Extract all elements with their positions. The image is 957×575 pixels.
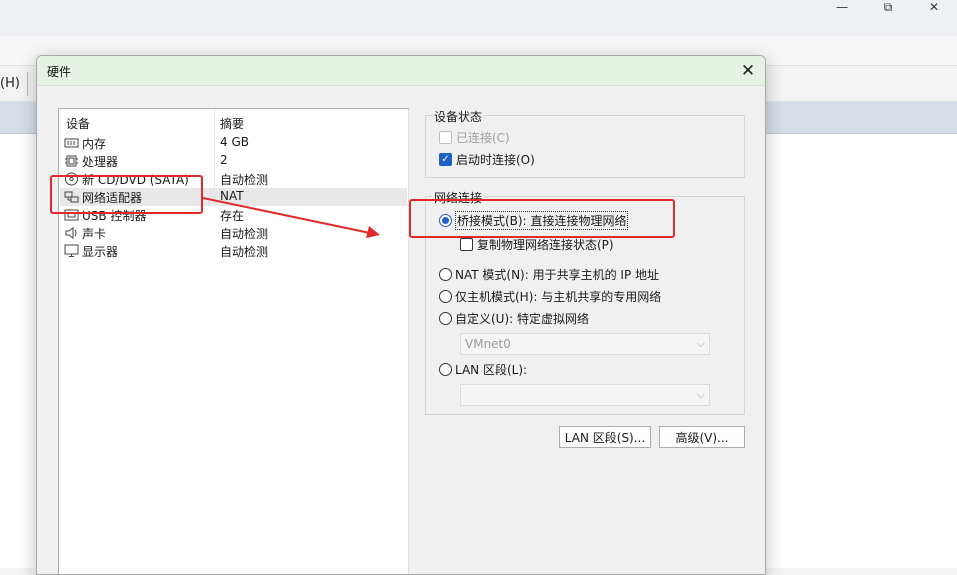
annotation-highlight-network-adapter <box>50 175 203 214</box>
radio-icon[interactable] <box>439 268 452 281</box>
dialog-titlebar: 硬件 ✕ <box>37 56 765 86</box>
menu-help[interactable]: (H) <box>0 76 20 91</box>
minimize-icon[interactable]: — <box>819 0 865 14</box>
host-only-label: 仅主机模式(H): 与主机共享的专用网络 <box>455 290 662 304</box>
device-name: 处理器 <box>82 155 119 169</box>
host-only-radio[interactable]: 仅主机模式(H): 与主机共享的专用网络 <box>439 288 661 305</box>
device-summary: 自动检测 <box>220 245 269 259</box>
device-row-memory[interactable]: 内存 4 GB <box>60 134 407 152</box>
memory-icon <box>64 138 79 148</box>
chevron-down-icon: ⌵ <box>696 388 705 401</box>
connect-at-power-on-label: 启动时连接(O) <box>456 153 535 167</box>
dialog-title: 硬件 <box>47 65 72 79</box>
device-status-group: 设备状态 已连接(C) ✓ 启动时连接(O) <box>425 108 745 178</box>
device-summary: 存在 <box>220 209 245 223</box>
device-row-sound-card[interactable]: 声卡 自动检测 <box>60 224 407 242</box>
replicate-state-checkbox[interactable]: 复制物理网络连接状态(P) <box>460 236 614 253</box>
device-summary: 2 <box>220 153 228 167</box>
hardware-dialog: 硬件 ✕ 设备 摘要 内存 4 GB 处理器 2 新 CD/DVD (SATA)… <box>36 55 766 575</box>
lan-segments-button[interactable]: LAN 区段(S)... <box>559 426 651 448</box>
lan-segment-select[interactable]: ⌵ <box>460 384 710 406</box>
close-window-icon[interactable]: ✕ <box>911 0 957 14</box>
device-name: 声卡 <box>82 227 107 241</box>
device-summary: NAT <box>220 189 244 203</box>
connected-label: 已连接(C) <box>456 131 510 145</box>
connected-checkbox[interactable]: 已连接(C) <box>439 129 510 146</box>
device-summary: 4 GB <box>220 135 249 149</box>
device-name: 显示器 <box>82 245 119 259</box>
column-header-summary[interactable]: 摘要 <box>220 115 244 132</box>
nat-label: NAT 模式(N): 用于共享主机的 IP 地址 <box>455 268 660 282</box>
radio-icon[interactable] <box>439 290 452 303</box>
lan-segment-label: LAN 区段(L): <box>455 363 528 377</box>
advanced-button[interactable]: 高级(V)... <box>659 426 745 448</box>
device-summary: 自动检测 <box>220 173 269 187</box>
device-summary: 自动检测 <box>220 227 269 241</box>
device-row-processor[interactable]: 处理器 2 <box>60 152 407 170</box>
display-icon <box>64 244 79 257</box>
annotation-highlight-bridged-mode <box>409 199 675 238</box>
column-header-device[interactable]: 设备 <box>66 115 90 132</box>
checkbox-box[interactable] <box>439 131 452 144</box>
processor-icon <box>65 155 78 167</box>
lan-segment-radio[interactable]: LAN 区段(L): <box>439 361 527 378</box>
sound-card-icon <box>65 227 77 239</box>
check-icon[interactable]: ✓ <box>439 153 452 166</box>
connect-at-power-on-checkbox[interactable]: ✓ 启动时连接(O) <box>439 151 535 168</box>
replicate-state-label: 复制物理网络连接状态(P) <box>477 238 614 252</box>
radio-icon[interactable] <box>439 312 452 325</box>
vmnet-value: VMnet0 <box>465 337 511 351</box>
device-row-display[interactable]: 显示器 自动检测 <box>60 242 407 260</box>
close-icon[interactable]: ✕ <box>737 60 759 82</box>
app-titlebar: — ⧉ ✕ <box>0 0 957 36</box>
checkbox-box[interactable] <box>460 238 473 251</box>
radio-icon[interactable] <box>439 363 452 376</box>
custom-radio[interactable]: 自定义(U): 特定虚拟网络 <box>439 310 589 327</box>
restore-icon[interactable]: ⧉ <box>865 0 911 14</box>
custom-label: 自定义(U): 特定虚拟网络 <box>455 312 590 326</box>
menu-separator <box>27 72 28 96</box>
chevron-down-icon: ⌵ <box>696 337 705 350</box>
device-name: 内存 <box>82 137 107 151</box>
device-status-legend: 设备状态 <box>432 108 485 125</box>
device-list-header: 设备 摘要 <box>59 109 408 135</box>
nat-radio[interactable]: NAT 模式(N): 用于共享主机的 IP 地址 <box>439 266 659 283</box>
vmnet-select[interactable]: VMnet0 ⌵ <box>460 333 710 355</box>
window-controls: — ⧉ ✕ <box>819 0 957 14</box>
list-scroll-edge <box>408 109 409 574</box>
